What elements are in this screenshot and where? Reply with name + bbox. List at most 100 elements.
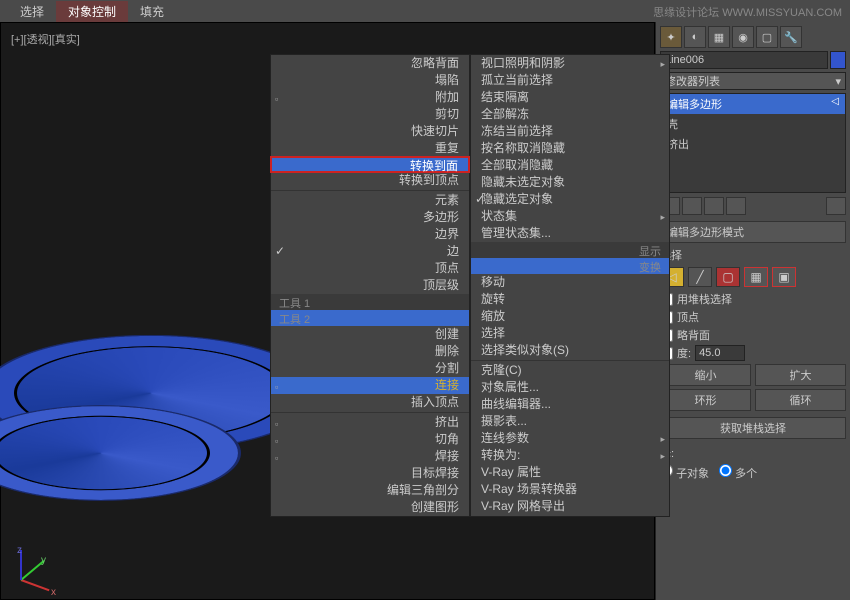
- menu-unfreeze-all[interactable]: 全部解冻: [471, 106, 669, 123]
- menu-end-isolate[interactable]: 结束隔离: [471, 89, 669, 106]
- menu-isolate[interactable]: 孤立当前选择: [471, 72, 669, 89]
- menu-delete[interactable]: 删除: [271, 343, 469, 360]
- element-subobj-button[interactable]: ▣: [772, 267, 796, 287]
- create-tab-icon[interactable]: ✦: [660, 26, 682, 48]
- watermark: 思缘设计论坛 WWW.MISSYUAN.COM: [653, 4, 842, 20]
- menu-unhide-by-name[interactable]: 按名称取消隐藏: [471, 140, 669, 157]
- menu-quickslice[interactable]: 快速切片: [271, 123, 469, 140]
- menu-create[interactable]: 创建: [271, 326, 469, 343]
- show-result-button[interactable]: [682, 197, 702, 215]
- get-stack-selection-button[interactable]: 获取堆栈选择: [660, 417, 846, 439]
- menu-rotate[interactable]: 旋转: [471, 291, 669, 308]
- menu-freeze-selection[interactable]: 冻结当前选择: [471, 123, 669, 140]
- display-tab-icon[interactable]: ▢: [756, 26, 778, 48]
- menu-repeat[interactable]: 重复: [271, 140, 469, 157]
- menu-dope-sheet[interactable]: 摄影表...: [471, 413, 669, 430]
- menu-convert-to-face[interactable]: 转换到面: [270, 156, 470, 173]
- select-label: 择:: [660, 445, 846, 461]
- axis-z-label: z: [17, 545, 22, 556]
- modifier-edit-poly[interactable]: 编辑多边形◁: [661, 94, 845, 114]
- menu-scale[interactable]: 缩放: [471, 308, 669, 325]
- menu-tab-object[interactable]: 对象控制: [56, 1, 128, 22]
- ring-button[interactable]: 环形: [660, 389, 751, 411]
- menu-tools2-header: 工具 2: [271, 310, 469, 326]
- use-stack-label: 用堆栈选择: [677, 291, 732, 307]
- menu-convert-to-vertex[interactable]: 转换到顶点: [271, 172, 469, 189]
- menu-collapse[interactable]: 塌陷: [271, 72, 469, 89]
- modifier-shell[interactable]: 壳: [661, 114, 845, 134]
- menu-select-similar[interactable]: 选择类似对象(S): [471, 342, 669, 359]
- menu-element[interactable]: 元素: [271, 192, 469, 209]
- menu-weld[interactable]: ▫焊接: [271, 448, 469, 465]
- menu-split[interactable]: 分割: [271, 360, 469, 377]
- by-vertex-label: 顶点: [677, 309, 699, 325]
- menu-edge[interactable]: ✓边: [271, 243, 469, 260]
- shrink-button[interactable]: 缩小: [660, 364, 751, 386]
- menu-connect[interactable]: ▫连接: [271, 377, 469, 394]
- menu-attach[interactable]: ▫附加: [271, 89, 469, 106]
- modify-tab-icon[interactable]: ◐: [684, 26, 706, 48]
- menu-cut[interactable]: 剪切: [271, 106, 469, 123]
- arrow-right-icon: ▸: [660, 57, 665, 72]
- menu-curve-editor[interactable]: 曲线编辑器...: [471, 396, 669, 413]
- menu-manage-states[interactable]: 管理状态集...: [471, 225, 669, 242]
- by-angle-label: 度:: [677, 345, 691, 361]
- menu-viewport-lighting[interactable]: 视口照明和阴影▸: [471, 55, 669, 72]
- arrow-right-icon: ▸: [660, 210, 665, 225]
- hierarchy-tab-icon[interactable]: ▦: [708, 26, 730, 48]
- menu-vray-mesh-export[interactable]: V-Ray 网格导出: [471, 498, 669, 515]
- menu-transform-header: 变换: [471, 258, 669, 274]
- menu-tab-fill[interactable]: 填充: [128, 1, 176, 22]
- unique-button[interactable]: [704, 197, 724, 215]
- menu-select[interactable]: 选择: [471, 325, 669, 342]
- arrow-right-icon: ▸: [660, 449, 665, 464]
- check-icon: ✓: [275, 244, 285, 259]
- configure-sets-button[interactable]: [826, 197, 846, 215]
- menu-vertex[interactable]: 顶点: [271, 260, 469, 277]
- menu-insert-vertex[interactable]: 插入顶点: [271, 394, 469, 411]
- menu-edit-tri[interactable]: 编辑三角剖分: [271, 482, 469, 499]
- menu-ignore-backface[interactable]: 忽略背面: [271, 55, 469, 72]
- menu-create-shape[interactable]: 创建图形: [271, 499, 469, 516]
- menu-extrude[interactable]: ▫挤出: [271, 414, 469, 431]
- viewport-label[interactable]: [+][透视][真实]: [11, 31, 80, 47]
- angle-input[interactable]: [695, 345, 745, 361]
- menu-wire-params[interactable]: 连线参数▸: [471, 430, 669, 447]
- menu-clone[interactable]: 克隆(C): [471, 362, 669, 379]
- menu-hide-selection[interactable]: ✓隐藏选定对象: [471, 191, 669, 208]
- multi-radio-label[interactable]: 多个: [719, 464, 757, 481]
- menu-tab-select[interactable]: 选择: [8, 1, 56, 22]
- remove-modifier-button[interactable]: [726, 197, 746, 215]
- menu-toplevel[interactable]: 顶层级: [271, 277, 469, 294]
- motion-tab-icon[interactable]: ◉: [732, 26, 754, 48]
- menu-move[interactable]: 移动: [471, 274, 669, 291]
- menu-state-sets[interactable]: 状态集▸: [471, 208, 669, 225]
- menu-hide-unselected[interactable]: 隐藏未选定对象: [471, 174, 669, 191]
- expand-icon: ▫: [275, 380, 278, 395]
- modifier-list-label: 修改器列表: [665, 73, 720, 89]
- menu-object-props[interactable]: 对象属性...: [471, 379, 669, 396]
- object-name-input[interactable]: [660, 51, 828, 69]
- selection-label: 选择: [660, 247, 846, 263]
- menu-polygon[interactable]: 多边形: [271, 209, 469, 226]
- menu-chamfer[interactable]: ▫切角: [271, 431, 469, 448]
- modifier-list-dropdown[interactable]: 修改器列表 ▾: [660, 72, 846, 90]
- multi-radio[interactable]: [719, 464, 732, 477]
- grow-button[interactable]: 扩大: [755, 364, 846, 386]
- modifier-extrude[interactable]: 挤出: [661, 134, 845, 154]
- modifier-stack[interactable]: 编辑多边形◁ 壳 挤出: [660, 93, 846, 193]
- menu-display-header: 显示: [471, 242, 669, 258]
- menu-unhide-all[interactable]: 全部取消隐藏: [471, 157, 669, 174]
- menu-target-weld[interactable]: 目标焊接: [271, 465, 469, 482]
- loop-button[interactable]: 循环: [755, 389, 846, 411]
- menu-border[interactable]: 边界: [271, 226, 469, 243]
- menu-vray-props[interactable]: V-Ray 属性: [471, 464, 669, 481]
- rollout-edit-poly-mode[interactable]: 编辑多边形模式: [660, 221, 846, 243]
- utilities-tab-icon[interactable]: 🔧: [780, 26, 802, 48]
- menu-convert-to[interactable]: 转换为:▸: [471, 447, 669, 464]
- border-subobj-button[interactable]: ▢: [716, 267, 740, 287]
- menu-vray-scene-conv[interactable]: V-Ray 场景转换器: [471, 481, 669, 498]
- polygon-subobj-button[interactable]: ▦: [744, 267, 768, 287]
- edge-subobj-button[interactable]: ╱: [688, 267, 712, 287]
- object-color-swatch[interactable]: [830, 51, 846, 69]
